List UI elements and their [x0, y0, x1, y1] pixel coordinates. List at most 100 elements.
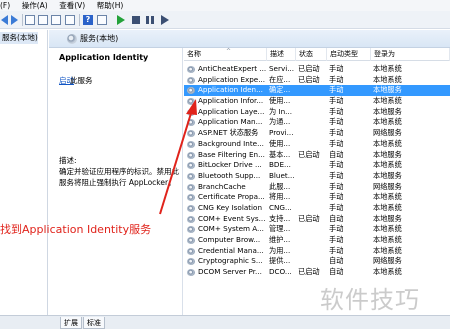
- service-description-cell: 管理...: [269, 224, 291, 234]
- column-header-startup-type[interactable]: 启动类型: [327, 48, 371, 61]
- column-header-status[interactable]: 状态: [296, 48, 327, 61]
- service-details-pane: Application Identity 启动 此服务 描述: 确定并验证应用程…: [49, 48, 183, 315]
- forward-icon[interactable]: [11, 15, 18, 25]
- service-row[interactable]: Background Inte... 使用... 手动 本地系统: [184, 139, 450, 150]
- column-header-description[interactable]: 描述: [267, 48, 296, 61]
- service-name-cell: Credential Mana...: [198, 245, 264, 255]
- service-description-cell: Provi...: [269, 128, 294, 138]
- service-status-cell: [296, 203, 327, 214]
- service-status-cell: 已启动: [298, 64, 320, 73]
- service-description-cell: DCO...: [269, 267, 292, 277]
- service-description-cell: 基本...: [269, 149, 291, 159]
- menu-action[interactable]: 操作(A): [22, 0, 48, 11]
- service-row[interactable]: CNG Key Isolation CNG... 手动 本地系统: [184, 203, 450, 214]
- menu-view[interactable]: 查看(V): [59, 0, 85, 11]
- tab-extended[interactable]: 扩展: [60, 317, 82, 329]
- service-status-cell: [296, 117, 327, 128]
- console-icon[interactable]: [97, 15, 107, 25]
- service-description-cell: 为用...: [269, 245, 291, 255]
- service-description-cell: BDE...: [269, 160, 291, 170]
- service-description-cell: 为通...: [269, 117, 291, 127]
- service-row[interactable]: Bluetooth Supp... Bluet... 手动 本地服务: [184, 171, 450, 182]
- service-rows: AntiCheatExpert ... Servi... 已启动 手动 本地系统 Appl…: [184, 64, 450, 278]
- toolbar-separator: [22, 14, 23, 26]
- start-icon[interactable]: [117, 15, 125, 25]
- service-description-cell: Bluet...: [269, 170, 295, 180]
- service-startup-cell: 手动: [329, 235, 344, 244]
- console-tree: 服务(本地): [0, 30, 48, 315]
- restart-icon[interactable]: [161, 15, 169, 25]
- service-logon-cell: 本地系统: [373, 245, 402, 255]
- service-row[interactable]: Application Laye... 为 In... 手动 本地服务: [184, 107, 450, 118]
- service-description-cell: CNG...: [269, 202, 292, 212]
- service-status-cell: [296, 192, 327, 203]
- service-row[interactable]: Cryptographic S... 提供... 自动 网络服务: [184, 256, 450, 267]
- help-icon[interactable]: ?: [83, 15, 93, 25]
- service-startup-cell: 手动: [329, 85, 344, 95]
- service-name-cell: Cryptographic S...: [198, 256, 263, 266]
- service-status-cell: [296, 171, 327, 182]
- toolbar-separator: [79, 14, 80, 26]
- service-row[interactable]: Application Infor... 使用... 手动 本地系统: [184, 96, 450, 107]
- menu-help[interactable]: 帮助(H): [97, 0, 124, 11]
- service-startup-cell: 手动: [329, 96, 344, 106]
- service-status-cell: [296, 107, 327, 118]
- service-row[interactable]: Application Man... 为通... 手动 本地系统: [184, 117, 450, 128]
- service-row[interactable]: Application Expe... 在应... 已启动 手动 本地系统: [184, 75, 450, 86]
- service-logon-cell: 本地服务: [373, 106, 402, 116]
- service-startup-cell: 手动: [329, 202, 344, 212]
- service-row[interactable]: ASP.NET 状态服务 Provi... 手动 网络服务: [184, 128, 450, 139]
- column-header-name[interactable]: 名称: [184, 48, 267, 61]
- service-startup-cell: 手动: [329, 117, 344, 127]
- service-row[interactable]: Application Iden... 确定... 手动 本地服务: [184, 85, 450, 97]
- service-logon-cell: 本地系统: [373, 160, 402, 170]
- service-row[interactable]: DCOM Server Pr... DCO... 已启动 自动 本地系统: [184, 267, 450, 278]
- pause-icon[interactable]: [146, 16, 154, 24]
- service-startup-cell: 自动: [329, 149, 344, 159]
- refresh-icon[interactable]: [51, 15, 61, 25]
- service-logon-cell: 本地系统: [373, 224, 402, 234]
- service-startup-cell: 手动: [329, 170, 344, 180]
- properties-icon[interactable]: [38, 15, 48, 25]
- service-row[interactable]: BitLocker Drive ... BDE... 手动 本地系统: [184, 160, 450, 171]
- panel-header: 服务(本地): [49, 30, 450, 48]
- export-icon[interactable]: [65, 15, 75, 25]
- service-status-cell: [296, 235, 327, 246]
- service-logon-cell: 本地服务: [373, 170, 402, 180]
- service-logon-cell: 网络服务: [373, 128, 402, 138]
- service-row[interactable]: AntiCheatExpert ... Servi... 已启动 手动 本地系统: [184, 64, 450, 75]
- service-row[interactable]: Certificate Propa... 将用... 手动 本地系统: [184, 192, 450, 203]
- service-name-cell: Application Man...: [198, 117, 263, 127]
- menu-file[interactable]: (F): [0, 0, 10, 11]
- stop-icon[interactable]: [132, 16, 140, 24]
- service-row[interactable]: Base Filtering En... 基本... 已启动 自动 本地服务: [184, 150, 450, 161]
- service-logon-cell: 本地系统: [373, 64, 402, 73]
- service-name-heading: Application Identity: [59, 53, 149, 62]
- service-row[interactable]: COM+ System A... 管理... 手动 本地系统: [184, 224, 450, 235]
- service-name-cell: COM+ System A...: [198, 224, 264, 234]
- tab-standard[interactable]: 标准: [83, 317, 105, 329]
- console-tree-icon[interactable]: [25, 15, 35, 25]
- service-logon-cell: 本地服务: [373, 213, 402, 223]
- service-status-cell: [296, 139, 327, 150]
- service-status-cell: [296, 256, 327, 267]
- tree-item-services-local[interactable]: 服务(本地): [0, 32, 38, 44]
- service-name-cell: COM+ Event Sys...: [198, 213, 266, 223]
- service-logon-cell: 本地系统: [373, 74, 402, 84]
- service-logon-cell: 本地系统: [373, 267, 402, 277]
- services-list: ^ 名称 描述 状态 启动类型 登录为 AntiCheatExpert ... S…: [184, 48, 450, 315]
- service-logon-cell: 网络服务: [373, 181, 402, 191]
- service-name-cell: Computer Brow...: [198, 235, 261, 244]
- service-name-cell: Certificate Propa...: [198, 192, 265, 202]
- service-startup-cell: 手动: [329, 64, 344, 73]
- service-status-cell: [296, 160, 327, 171]
- service-name-cell: Base Filtering En...: [198, 149, 265, 159]
- service-row[interactable]: COM+ Event Sys... 支持... 已启动 自动 本地服务: [184, 214, 450, 225]
- service-row[interactable]: Credential Mana... 为用... 手动 本地系统: [184, 246, 450, 257]
- back-icon[interactable]: [1, 15, 8, 25]
- menu-bar: (F) 操作(A) 查看(V) 帮助(H): [0, 0, 450, 11]
- service-row[interactable]: BranchCache 此服... 手动 网络服务: [184, 182, 450, 193]
- column-headers: ^ 名称 描述 状态 启动类型 登录为: [184, 48, 450, 61]
- service-row[interactable]: Computer Brow... 维护... 手动 本地系统: [184, 235, 450, 246]
- column-header-logon-as[interactable]: 登录为: [371, 48, 450, 61]
